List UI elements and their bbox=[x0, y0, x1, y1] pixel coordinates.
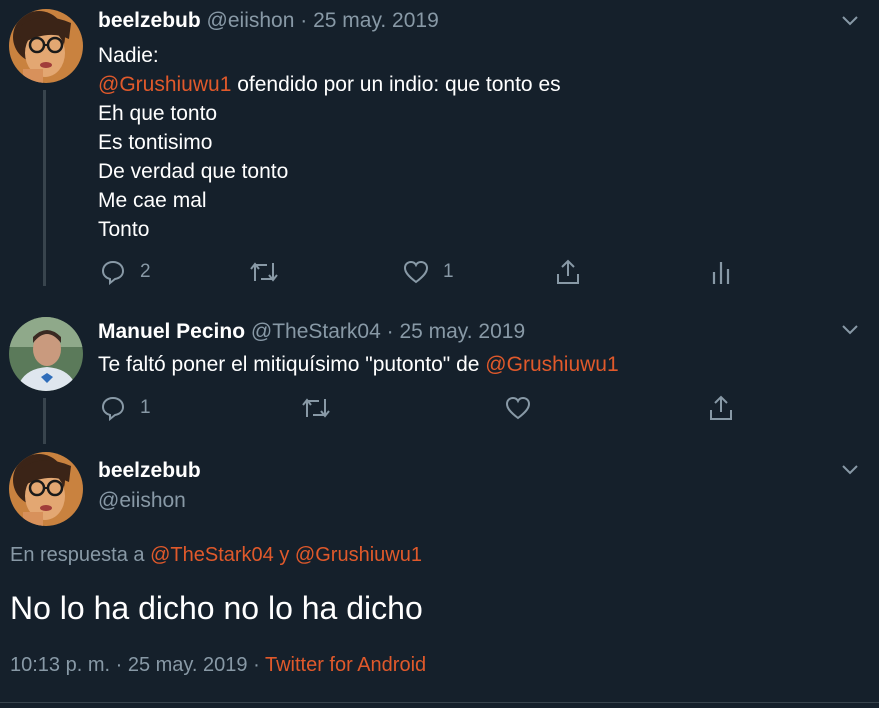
text-line: Es tontisimo bbox=[98, 131, 213, 154]
thread-line bbox=[43, 90, 46, 286]
text-line: Nadie: bbox=[98, 44, 159, 67]
analytics-button[interactable] bbox=[710, 259, 732, 285]
reply-prefix: En respuesta a bbox=[10, 544, 151, 566]
reply-icon bbox=[101, 260, 125, 285]
reply-icon bbox=[101, 396, 125, 421]
avatar[interactable] bbox=[9, 317, 83, 391]
thread-line bbox=[43, 398, 46, 444]
like-button[interactable] bbox=[505, 395, 531, 421]
reply-count: 1 bbox=[140, 397, 151, 418]
timestamp-text[interactable]: 10:13 p. m. · 25 may. 2019 · bbox=[10, 654, 265, 676]
retweet-button[interactable] bbox=[301, 395, 331, 421]
text-segment: Te faltó poner el mitiquísimo "putonto" … bbox=[98, 353, 486, 376]
like-icon bbox=[403, 260, 429, 284]
handle[interactable]: @eiishon bbox=[207, 9, 295, 32]
mention-link[interactable]: @Grushiuwu1 bbox=[485, 353, 618, 376]
chevron-down-icon[interactable] bbox=[840, 463, 860, 477]
like-icon bbox=[505, 396, 531, 420]
mention-link[interactable]: @Grushiuwu1 bbox=[98, 73, 231, 96]
tweet-header: beelzebub @eiishon · 25 may. 2019 bbox=[98, 9, 439, 33]
text-line: Te faltó poner el mitiquísimo "putonto" … bbox=[98, 350, 619, 379]
retweet-icon bbox=[250, 262, 278, 282]
main-tweet-text: No lo ha dicho no lo ha dicho bbox=[10, 590, 423, 626]
retweet-icon bbox=[302, 398, 330, 418]
display-name[interactable]: Manuel Pecino bbox=[98, 320, 245, 343]
text-line: De verdad que tonto bbox=[98, 160, 289, 183]
text-line: @Grushiuwu1 ofendido por un indio: que t… bbox=[98, 70, 561, 99]
tweet-text: Te faltó poner el mitiquísimo "putonto" … bbox=[98, 350, 619, 379]
handle[interactable]: @TheStark04 bbox=[251, 320, 381, 343]
tweet-date[interactable]: 25 may. 2019 bbox=[399, 320, 525, 343]
retweet-button[interactable] bbox=[249, 259, 279, 285]
share-button[interactable] bbox=[555, 258, 581, 286]
share-icon bbox=[557, 259, 579, 284]
tweet-timestamp: 10:13 p. m. · 25 may. 2019 · Twitter for… bbox=[10, 654, 426, 677]
text-line: Me cae mal bbox=[98, 189, 207, 212]
display-name[interactable]: beelzebub bbox=[98, 459, 201, 483]
reply-count: 2 bbox=[140, 261, 151, 282]
text-line: Tonto bbox=[98, 218, 150, 241]
display-name[interactable]: beelzebub bbox=[98, 9, 201, 32]
tweet-text: Nadie: @Grushiuwu1 ofendido por un indio… bbox=[98, 41, 561, 244]
text-line: Eh que tonto bbox=[98, 102, 218, 125]
source-link[interactable]: Twitter for Android bbox=[265, 654, 426, 676]
tweet-header: Manuel Pecino @TheStark04 · 25 may. 2019 bbox=[98, 320, 525, 344]
separator: · bbox=[294, 9, 314, 32]
share-button[interactable] bbox=[708, 394, 734, 422]
separator: · bbox=[380, 320, 400, 343]
handle[interactable]: @eiishon bbox=[98, 489, 186, 513]
chevron-down-icon[interactable] bbox=[840, 323, 860, 337]
tweet-thread: beelzebub @eiishon · 25 may. 2019 Nadie:… bbox=[0, 0, 879, 708]
reply-and: y bbox=[273, 544, 295, 566]
tweet-date[interactable]: 25 may. 2019 bbox=[313, 9, 439, 32]
avatar[interactable] bbox=[9, 9, 83, 83]
like-count: 1 bbox=[443, 261, 454, 282]
like-button[interactable]: 1 bbox=[403, 259, 454, 285]
reply-button[interactable]: 2 bbox=[100, 259, 151, 285]
text-segment: ofendido por un indio: que tonto es bbox=[231, 73, 561, 96]
mention-link[interactable]: @Grushiuwu1 bbox=[295, 544, 422, 566]
analytics-icon bbox=[712, 262, 730, 284]
divider bbox=[0, 702, 879, 703]
reply-context: En respuesta a @TheStark04 y @Grushiuwu1 bbox=[10, 544, 422, 567]
share-icon bbox=[710, 395, 732, 420]
reply-button[interactable]: 1 bbox=[100, 395, 151, 421]
avatar[interactable] bbox=[9, 452, 83, 526]
mention-link[interactable]: @TheStark04 bbox=[150, 544, 274, 566]
chevron-down-icon[interactable] bbox=[840, 14, 860, 28]
